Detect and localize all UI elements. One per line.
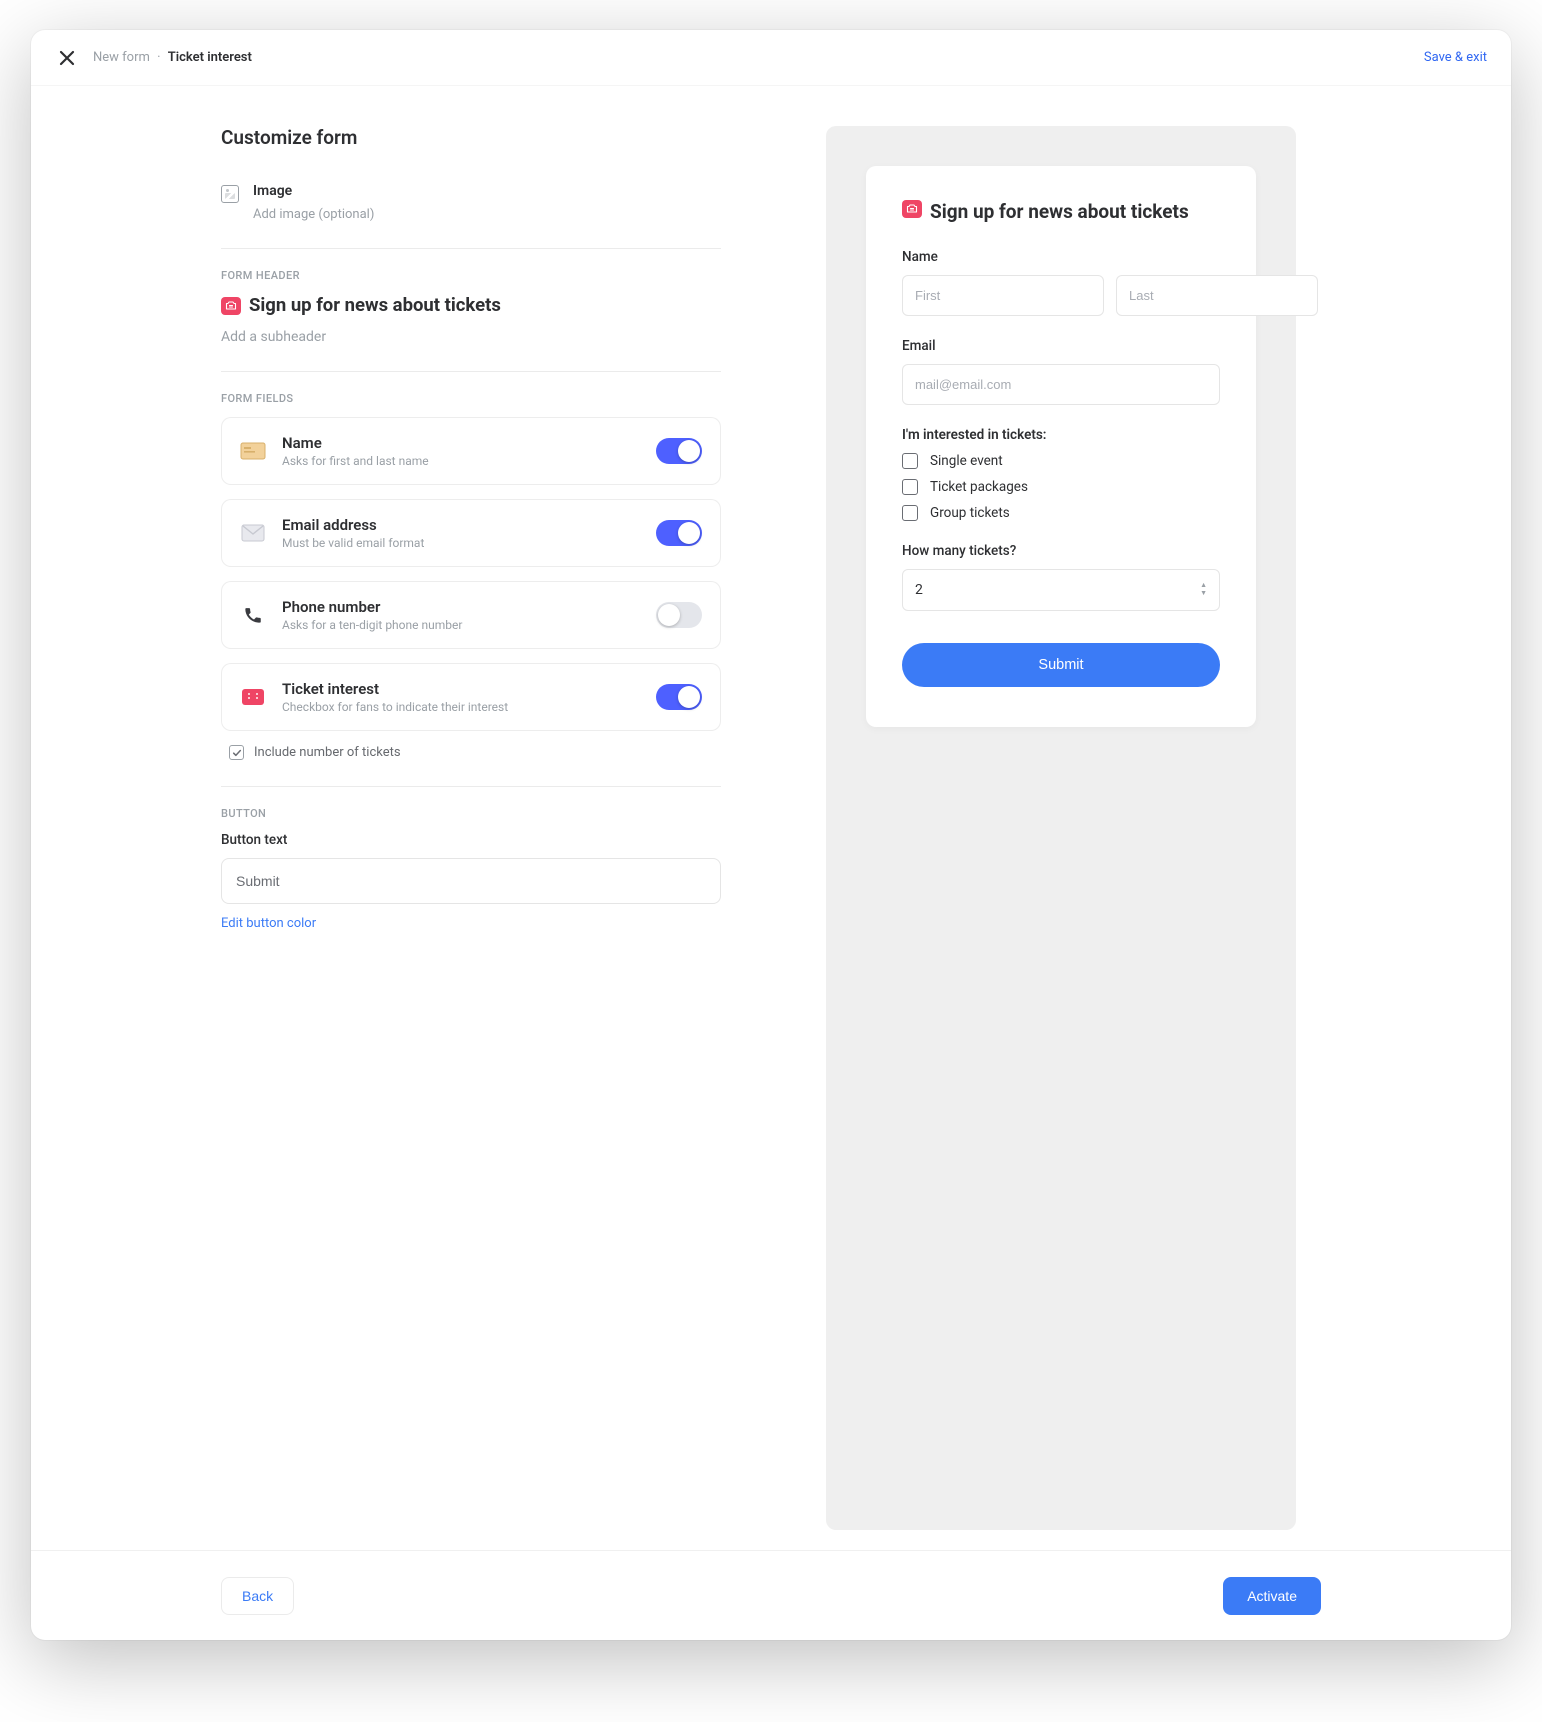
toggle-email[interactable] bbox=[656, 520, 702, 546]
field-title: Name bbox=[282, 434, 640, 452]
preview-submit-button[interactable]: Submit bbox=[902, 643, 1220, 687]
divider bbox=[221, 248, 721, 249]
subheader-input[interactable]: Add a subheader bbox=[221, 329, 721, 345]
field-desc: Asks for first and last name bbox=[282, 454, 640, 468]
preview-interest-option-label: Single event bbox=[930, 453, 1003, 469]
toggle-name[interactable] bbox=[656, 438, 702, 464]
page-title: Customize form bbox=[221, 126, 721, 149]
form-fields-section-label: FORM FIELDS bbox=[221, 392, 721, 405]
preview-interest-option[interactable]: Ticket packages bbox=[902, 479, 1220, 495]
field-title: Email address bbox=[282, 516, 640, 534]
field-title: Phone number bbox=[282, 598, 640, 616]
image-section: Image Add image (optional) bbox=[221, 183, 721, 222]
field-card-name: Name Asks for first and last name bbox=[221, 417, 721, 485]
preview-quantity-stepper[interactable]: 2 ▲ ▼ bbox=[902, 569, 1220, 611]
field-title: Ticket interest bbox=[282, 680, 640, 698]
include-ticket-count-checkbox[interactable]: Include number of tickets bbox=[229, 745, 721, 760]
back-button[interactable]: Back bbox=[221, 1577, 294, 1615]
button-text-label: Button text bbox=[221, 832, 721, 848]
preview-interest-option-label: Ticket packages bbox=[930, 479, 1028, 495]
card-icon bbox=[240, 440, 266, 462]
image-icon bbox=[221, 185, 239, 203]
preview-card: Sign up for news about tickets Name Emai… bbox=[866, 166, 1256, 727]
preview-interest-label: I'm interested in tickets: bbox=[902, 427, 1220, 443]
button-section-label: BUTTON bbox=[221, 807, 721, 820]
close-icon bbox=[59, 50, 75, 66]
breadcrumb-current: Ticket interest bbox=[168, 50, 252, 65]
content-area: Customize form Image Add image (optional… bbox=[31, 86, 1511, 1550]
preview-email-input[interactable] bbox=[902, 364, 1220, 405]
toggle-ticket-interest[interactable] bbox=[656, 684, 702, 710]
stepper-down-icon[interactable]: ▼ bbox=[1200, 590, 1207, 597]
edit-button-color-link[interactable]: Edit button color bbox=[221, 916, 316, 931]
preview-interest-option[interactable]: Single event bbox=[902, 453, 1220, 469]
field-card-email: Email address Must be valid email format bbox=[221, 499, 721, 567]
toggle-phone[interactable] bbox=[656, 602, 702, 628]
form-builder-window: New form · Ticket interest Save & exit C… bbox=[31, 30, 1511, 1640]
include-ticket-count-label: Include number of tickets bbox=[254, 745, 401, 760]
checkbox-box bbox=[902, 505, 918, 521]
checkbox-box bbox=[902, 479, 918, 495]
preview-column: Sign up for news about tickets Name Emai… bbox=[801, 126, 1321, 1530]
form-heading-text: Sign up for news about tickets bbox=[249, 294, 501, 317]
mail-icon bbox=[240, 522, 266, 544]
preview-interest-option[interactable]: Group tickets bbox=[902, 505, 1220, 521]
footer: Back Activate bbox=[31, 1550, 1511, 1640]
divider bbox=[221, 371, 721, 372]
form-heading-field[interactable]: Sign up for news about tickets bbox=[221, 294, 721, 317]
topbar: New form · Ticket interest Save & exit bbox=[31, 30, 1511, 86]
divider bbox=[221, 786, 721, 787]
field-card-ticket-interest: Ticket interest Checkbox for fans to ind… bbox=[221, 663, 721, 731]
image-label: Image bbox=[253, 183, 374, 199]
settings-column: Customize form Image Add image (optional… bbox=[221, 126, 721, 1530]
check-icon bbox=[232, 748, 242, 758]
preview-panel: Sign up for news about tickets Name Emai… bbox=[826, 126, 1296, 1530]
ticket-badge-icon bbox=[902, 200, 922, 218]
breadcrumb-prefix: New form bbox=[93, 50, 150, 65]
preview-email-label: Email bbox=[902, 338, 1220, 354]
checkbox-box bbox=[902, 453, 918, 469]
activate-button[interactable]: Activate bbox=[1223, 1577, 1321, 1615]
save-and-exit-link[interactable]: Save & exit bbox=[1424, 50, 1487, 65]
ticket-badge-icon bbox=[221, 297, 241, 315]
field-desc: Asks for a ten-digit phone number bbox=[282, 618, 640, 632]
stepper-up-icon[interactable]: ▲ bbox=[1200, 582, 1207, 589]
preview-qty-value: 2 bbox=[915, 582, 923, 598]
preview-qty-label: How many tickets? bbox=[902, 543, 1220, 559]
checkbox-box bbox=[229, 745, 244, 760]
phone-icon bbox=[240, 604, 266, 626]
field-desc: Checkbox for fans to indicate their inte… bbox=[282, 700, 640, 714]
close-button[interactable] bbox=[55, 46, 79, 70]
form-header-section-label: FORM HEADER bbox=[221, 269, 721, 282]
breadcrumb: New form · Ticket interest bbox=[93, 50, 252, 65]
field-desc: Must be valid email format bbox=[282, 536, 640, 550]
preview-title: Sign up for news about tickets bbox=[930, 200, 1189, 225]
preview-name-label: Name bbox=[902, 249, 1220, 265]
preview-last-name-input[interactable] bbox=[1116, 275, 1318, 316]
field-card-phone: Phone number Asks for a ten-digit phone … bbox=[221, 581, 721, 649]
ticket-icon bbox=[240, 686, 266, 708]
add-image-link[interactable]: Add image (optional) bbox=[253, 207, 374, 222]
breadcrumb-separator: · bbox=[157, 50, 160, 65]
button-text-input[interactable] bbox=[221, 858, 721, 904]
preview-interest-option-label: Group tickets bbox=[930, 505, 1010, 521]
preview-first-name-input[interactable] bbox=[902, 275, 1104, 316]
